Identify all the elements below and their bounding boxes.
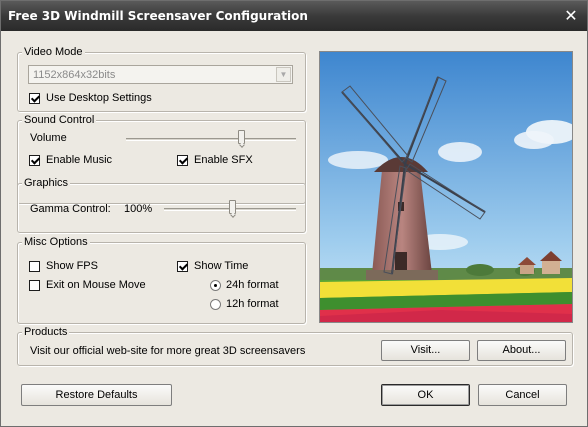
enable-music-checkbox[interactable]: Enable Music — [29, 154, 112, 166]
video-mode-group: Video Mode 1152x864x32bits ▼ Use Desktop… — [17, 46, 306, 112]
use-desktop-label: Use Desktop Settings — [46, 92, 152, 104]
misc-options-group: Misc Options Show FPS Exit on Mouse Move… — [17, 236, 306, 324]
enable-music-checkbox-box[interactable] — [29, 154, 40, 166]
volume-label: Volume — [30, 132, 67, 144]
products-text: Visit our official web-site for more gre… — [30, 345, 306, 357]
enable-music-label: Enable Music — [46, 154, 113, 166]
use-desktop-checkbox-box[interactable] — [29, 92, 40, 104]
enable-sfx-label: Enable SFX — [194, 154, 253, 166]
exit-on-mouse-label: Exit on Mouse Move — [46, 279, 146, 291]
format-12h-radio-circle[interactable] — [210, 298, 221, 310]
show-time-checkbox[interactable]: Show Time — [177, 260, 248, 272]
format-24h-radio-circle[interactable] — [210, 279, 221, 291]
products-group: Products Visit our official web-site for… — [17, 326, 573, 366]
show-fps-label: Show FPS — [46, 260, 98, 272]
enable-sfx-checkbox[interactable]: Enable SFX — [177, 154, 253, 166]
format-12h-label: 12h format — [226, 298, 279, 310]
show-time-checkbox-box[interactable] — [177, 260, 188, 272]
windmill-preview-image — [319, 51, 573, 323]
chevron-down-icon[interactable]: ▼ — [276, 67, 291, 82]
volume-slider-thumb[interactable] — [237, 130, 245, 144]
video-mode-legend: Video Mode — [22, 46, 85, 58]
gamma-slider-thumb[interactable] — [228, 200, 236, 214]
show-fps-checkbox-box[interactable] — [29, 260, 40, 272]
about-button[interactable]: About... — [477, 340, 566, 361]
volume-slider-track[interactable] — [126, 138, 296, 141]
ok-button[interactable]: OK — [381, 384, 470, 406]
title-bar[interactable]: Free 3D Windmill Screensaver Configurati… — [1, 1, 587, 31]
restore-defaults-button[interactable]: Restore Defaults — [21, 384, 172, 406]
graphics-legend: Graphics — [22, 177, 71, 189]
show-time-label: Show Time — [194, 260, 249, 272]
visit-button[interactable]: Visit... — [381, 340, 470, 361]
format-12h-radio[interactable]: 12h format — [210, 298, 279, 310]
format-24h-radio[interactable]: 24h format — [210, 279, 279, 291]
dialog-client-area: Video Mode 1152x864x32bits ▼ Use Desktop… — [1, 31, 587, 426]
exit-on-mouse-checkbox-box[interactable] — [29, 279, 40, 291]
exit-on-mouse-checkbox[interactable]: Exit on Mouse Move — [29, 279, 146, 291]
resolution-value: 1152x864x32bits — [33, 69, 116, 81]
config-window: Free 3D Windmill Screensaver Configurati… — [0, 0, 588, 427]
use-desktop-checkbox[interactable]: Use Desktop Settings — [29, 92, 152, 104]
close-icon[interactable]: ✕ — [561, 6, 581, 26]
windmill-illustration — [320, 52, 572, 322]
resolution-combobox[interactable]: 1152x864x32bits ▼ — [28, 65, 293, 84]
window-title: Free 3D Windmill Screensaver Configurati… — [8, 9, 308, 23]
misc-options-legend: Misc Options — [22, 236, 90, 248]
show-fps-checkbox[interactable]: Show FPS — [29, 260, 98, 272]
format-24h-label: 24h format — [226, 279, 279, 291]
sound-control-legend: Sound Control — [22, 114, 97, 126]
products-legend: Products — [22, 326, 70, 338]
cancel-button[interactable]: Cancel — [478, 384, 567, 406]
gamma-label: Gamma Control: — [30, 203, 111, 215]
gamma-value: 100% — [124, 203, 153, 215]
enable-sfx-checkbox-box[interactable] — [177, 154, 188, 166]
graphics-group: Graphics Gamma Control: 100% — [17, 177, 306, 233]
